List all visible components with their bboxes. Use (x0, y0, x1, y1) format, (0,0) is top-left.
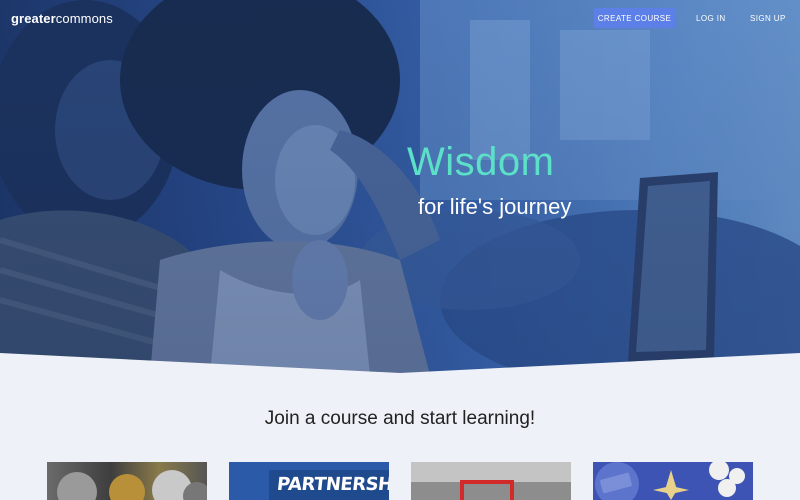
signup-link[interactable]: SIGN UP (750, 8, 786, 28)
courses-heading: Join a course and start learning! (264, 408, 536, 429)
course-card-coins[interactable] (47, 462, 207, 500)
hero-section: greatercommons CREATE COURSE LOG IN SIGN… (0, 0, 800, 375)
site-logo[interactable]: greatercommons (11, 11, 113, 26)
course-card-compass-money[interactable] (593, 462, 753, 500)
hero-subtitle: for life's journey (418, 194, 572, 219)
logo-regular-text: commons (55, 11, 113, 26)
course-card-frame[interactable] (411, 462, 571, 500)
logo-bold-text: greater (11, 11, 56, 26)
create-course-button[interactable]: CREATE COURSE (594, 8, 675, 28)
hero-bottom-edge (0, 353, 800, 375)
hero-title: Wisdom (407, 140, 555, 184)
course-card-partnership[interactable]: PARTNERSHIP (229, 462, 389, 500)
login-link[interactable]: LOG IN (696, 8, 726, 28)
frame-thumbnail (411, 462, 571, 500)
compass-money-thumbnail (593, 462, 753, 500)
partnership-text: PARTNERSHIP (275, 474, 389, 495)
coins-thumbnail (57, 470, 207, 500)
